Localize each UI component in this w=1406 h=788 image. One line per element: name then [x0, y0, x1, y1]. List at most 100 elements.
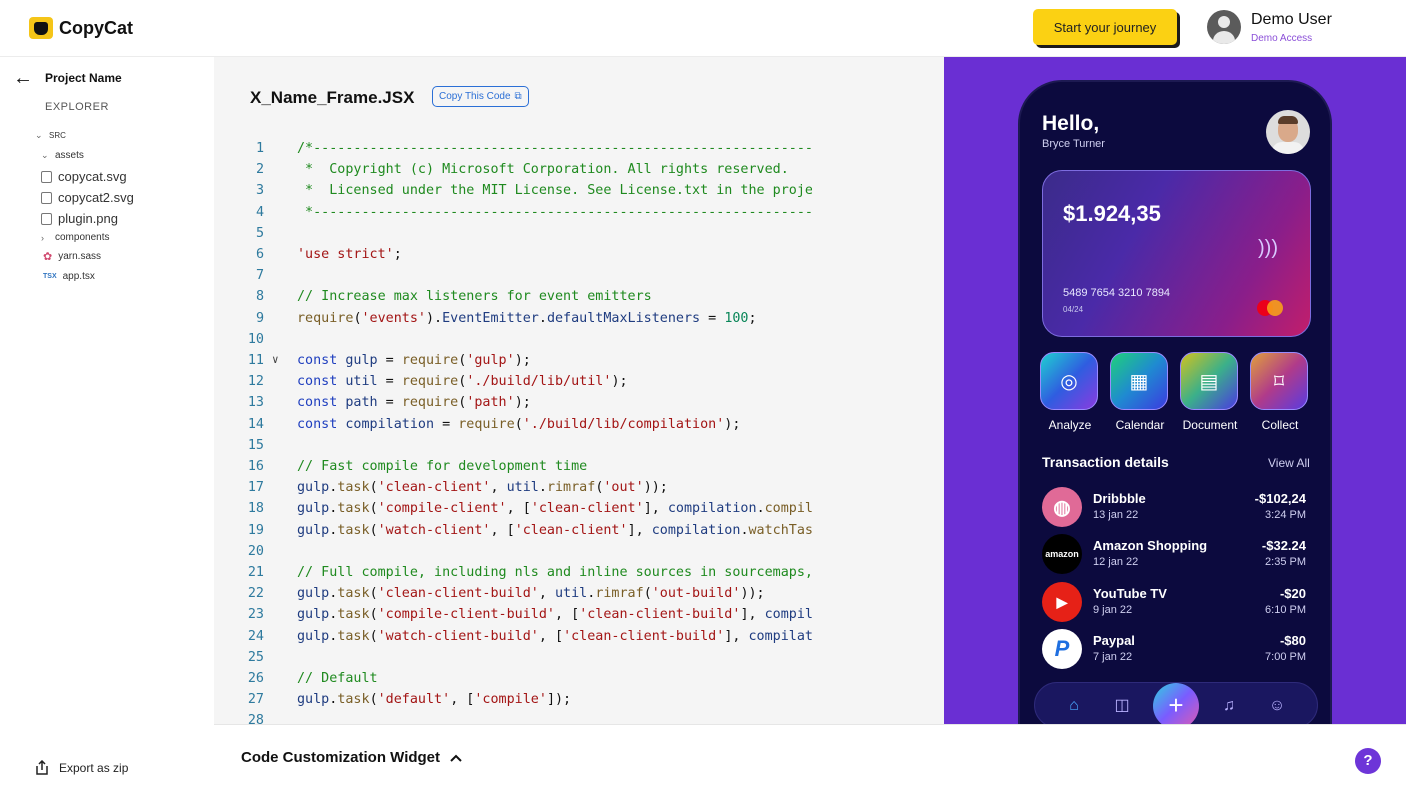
app-name: CopyCat — [59, 17, 134, 38]
action-label: Analyze — [1048, 418, 1092, 432]
code-token: ( — [369, 501, 378, 517]
export-icon — [36, 760, 48, 775]
code-token: gulp — [297, 522, 330, 538]
code-token: EventEmitter — [442, 310, 539, 326]
tree-file-plugin-png[interactable]: plugin.png — [41, 211, 118, 226]
code-token: require — [401, 395, 459, 411]
code-token: )); — [643, 480, 668, 496]
help-button[interactable]: ? — [1355, 748, 1381, 774]
action-collect[interactable]: ⌑ Collect — [1250, 352, 1310, 432]
fold-chevron-icon[interactable]: ∨ — [272, 353, 279, 366]
tree-folder-components[interactable]: › components — [41, 232, 109, 243]
transaction-row[interactable]: amazon Amazon Shopping 12 jan 22 -$32.24… — [1042, 534, 1306, 574]
export-zip-button[interactable]: Export as zip — [35, 760, 128, 775]
paypal-icon: P — [1042, 629, 1082, 669]
tree-file-yarn-sass[interactable]: ✿ yarn.sass — [43, 250, 101, 263]
code-text: // Fast compile for development time — [297, 459, 812, 474]
code-line: 25 — [214, 650, 812, 671]
code-token: task — [337, 586, 370, 602]
back-to-project-button[interactable]: ← Project Name — [13, 67, 122, 89]
transaction-row[interactable]: ▶ YouTube TV 9 jan 22 -$20 6:10 PM — [1042, 582, 1306, 622]
youtube-icon: ▶ — [1042, 582, 1082, 622]
bell-icon[interactable]: ♫ — [1218, 695, 1240, 717]
transaction-row[interactable]: P Paypal 7 jan 22 -$80 7:00 PM — [1042, 629, 1306, 669]
tree-folder-assets[interactable]: ⌄ assets — [41, 150, 84, 161]
code-token: 'clean-client' — [530, 501, 644, 517]
code-token: ( — [369, 480, 378, 496]
code-token: 'gulp' — [466, 353, 515, 368]
transaction-name: Dribbble — [1093, 491, 1146, 506]
bank-card[interactable]: $1.924,35 ))) 5489 7654 3210 7894 04/24 — [1042, 170, 1311, 337]
code-token: // Increase max listeners for event emit… — [297, 289, 652, 305]
line-number: 18 — [247, 501, 264, 517]
tree-file-copycat-svg[interactable]: copycat.svg — [41, 169, 127, 184]
action-label: Document — [1182, 418, 1238, 432]
design-preview-panel: Hello, Bryce Turner $1.924,35 ))) 5489 7… — [944, 57, 1406, 724]
action-document[interactable]: ▤ Document — [1180, 352, 1240, 432]
code-token: compilation — [651, 522, 741, 538]
user-access-label: Demo Access — [1251, 32, 1313, 44]
file-explorer-sidebar: ← Project Name EXPLORER ⌄ SRC ⌄ assets c… — [0, 57, 214, 788]
code-token: gulp — [297, 586, 330, 602]
amazon-icon: amazon — [1042, 534, 1082, 574]
line-number: 21 — [247, 565, 264, 580]
code-token: = — [377, 353, 402, 368]
tree-item-label: SRC — [49, 131, 66, 140]
code-token: rimraf — [595, 586, 644, 602]
user-menu[interactable]: Demo User Demo Access — [1207, 10, 1332, 44]
code-token: task — [337, 628, 370, 644]
code-line: 14 const compilation = require('./build/l… — [214, 417, 812, 438]
transaction-time: 2:35 PM — [1265, 556, 1306, 568]
line-number: 4 — [255, 204, 264, 220]
code-token: , [ — [555, 607, 580, 623]
arrow-left-icon: ← — [13, 67, 33, 89]
line-number: 10 — [247, 331, 264, 347]
home-icon[interactable]: ⌂ — [1063, 695, 1085, 717]
transaction-row[interactable]: ◍ Dribbble 13 jan 22 -$102,24 3:24 PM — [1042, 487, 1306, 527]
code-token: compilation — [345, 416, 435, 432]
copy-code-button[interactable]: Copy This Code ⧉ — [432, 86, 529, 107]
add-icon[interactable]: + — [1153, 683, 1199, 724]
line-number: 7 — [255, 268, 264, 284]
code-token: ], — [724, 628, 749, 644]
code-token: , [ — [450, 692, 475, 708]
user-name: Demo User — [1251, 10, 1332, 28]
profile-icon[interactable]: ☺ — [1266, 695, 1288, 717]
card-expiry: 04/24 — [1063, 305, 1084, 314]
code-token: = — [434, 416, 459, 432]
code-token: util — [555, 586, 588, 602]
line-number: 28 — [247, 713, 264, 724]
transaction-date: 7 jan 22 — [1093, 651, 1133, 663]
code-token: ( — [353, 310, 362, 326]
code-token: ; — [748, 310, 757, 326]
code-token: task — [337, 501, 370, 517]
line-number: 1 — [255, 141, 264, 156]
code-token: gulp — [297, 607, 330, 623]
code-token: const — [297, 353, 338, 368]
transaction-time: 3:24 PM — [1265, 509, 1306, 521]
code-text: gulp.task('clean-client-build', util.rim… — [297, 586, 812, 601]
transaction-name: YouTube TV — [1093, 586, 1167, 601]
code-text: gulp.task('clean-client', util.rimraf('o… — [297, 480, 812, 495]
tree-file-copycat2-svg[interactable]: copycat2.svg — [41, 190, 134, 205]
app-logo[interactable]: CopyCat — [29, 17, 133, 39]
image-file-icon — [41, 170, 52, 183]
code-token: util — [506, 480, 539, 496]
line-number: 22 — [247, 586, 264, 602]
action-analyze[interactable]: ◎ Analyze — [1040, 352, 1100, 432]
bookmark-icon[interactable]: ◫ — [1111, 695, 1133, 717]
widget-toggle[interactable]: Code Customization Widget — [241, 749, 462, 766]
view-all-link[interactable]: View All — [1268, 456, 1310, 470]
sass-file-icon: ✿ — [43, 251, 53, 263]
code-token: // Full compile, including nls and inlin… — [297, 565, 812, 580]
profile-avatar[interactable] — [1266, 110, 1310, 154]
contactless-icon: ))) — [1258, 237, 1278, 259]
tree-file-app-tsx[interactable]: TSX app.tsx — [43, 271, 95, 282]
code-token: ( — [369, 628, 378, 644]
action-calendar[interactable]: ▦ Calendar — [1110, 352, 1170, 432]
start-journey-button[interactable]: Start your journey — [1033, 9, 1177, 45]
code-token: 'use strict' — [297, 247, 394, 262]
code-token: /*--------------------------------------… — [297, 141, 812, 156]
tree-folder-src[interactable]: ⌄ SRC — [35, 130, 66, 141]
greeting: Hello, — [1042, 112, 1100, 135]
